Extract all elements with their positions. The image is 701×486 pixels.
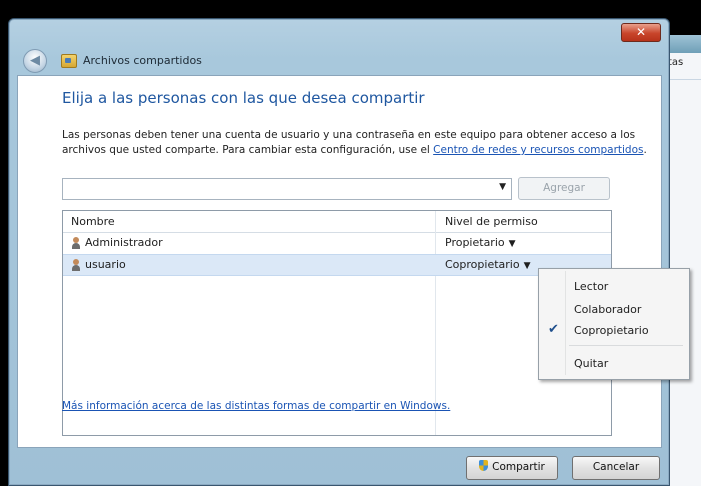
permission-value: Copropietario (445, 258, 520, 271)
share-dialog: ✕ ◀ Archivos compartidos Elija a las per… (8, 18, 670, 486)
menu-item-lector[interactable]: Lector (539, 276, 689, 296)
description-text: Las personas deben tener una cuenta de u… (62, 128, 647, 158)
checkmark-icon: ✔ (548, 322, 559, 337)
user-combo-input[interactable]: ▼ (62, 178, 512, 200)
permission-dropdown[interactable]: Propietario ▼ (445, 236, 516, 249)
network-center-link[interactable]: Centro de redes y recursos compartidos (433, 144, 643, 156)
add-button[interactable]: Agregar (518, 177, 610, 200)
permission-dropdown[interactable]: Copropietario ▼ (445, 258, 531, 271)
uac-shield-icon (479, 460, 489, 471)
description-suffix: . (643, 144, 647, 156)
background-window-tab[interactable]: tas (668, 57, 683, 68)
menu-item-colaborador[interactable]: Colaborador (539, 299, 689, 319)
list-row-administrador[interactable]: Administrador Propietario ▼ (63, 233, 611, 253)
cancel-button[interactable]: Cancelar (572, 456, 660, 480)
nav-row: ◀ Archivos compartidos (15, 45, 655, 73)
dropdown-arrow-icon: ▼ (523, 261, 531, 271)
row-user-name: usuario (85, 258, 126, 271)
menu-item-copropietario[interactable]: ✔ Copropietario (539, 320, 689, 340)
menu-separator (569, 345, 683, 346)
permission-value: Propietario (445, 236, 505, 249)
close-button[interactable]: ✕ (621, 23, 661, 42)
menu-item-label: Quitar (574, 357, 609, 370)
menu-item-label: Lector (574, 280, 609, 293)
row-user-name: Administrador (85, 236, 163, 249)
menu-item-quitar[interactable]: Quitar (539, 353, 689, 373)
share-button[interactable]: Compartir (466, 456, 558, 480)
list-header: Nombre Nivel de permiso (63, 211, 611, 233)
column-header-name[interactable]: Nombre (71, 215, 115, 228)
more-info-link[interactable]: Más información acerca de las distintas … (62, 400, 450, 412)
dropdown-arrow-icon: ▼ (508, 239, 516, 249)
back-button[interactable]: ◀ (23, 49, 47, 73)
menu-item-label: Colaborador (574, 303, 642, 316)
dropdown-arrow-icon[interactable]: ▼ (499, 182, 506, 192)
menu-item-label: Copropietario (574, 324, 649, 337)
shared-folder-icon (61, 54, 77, 68)
page-heading: Elija a las personas con las que desea c… (62, 89, 425, 107)
column-header-permission[interactable]: Nivel de permiso (445, 215, 538, 228)
user-icon (71, 237, 81, 249)
dialog-title: Archivos compartidos (83, 54, 202, 67)
dialog-content: Elija a las personas con las que desea c… (17, 75, 662, 448)
list-row-usuario[interactable]: usuario Copropietario ▼ (63, 254, 611, 276)
share-button-label: Compartir (492, 461, 545, 473)
permission-context-menu: Lector Colaborador ✔ Copropietario Quita… (538, 268, 690, 380)
user-icon (71, 259, 81, 271)
